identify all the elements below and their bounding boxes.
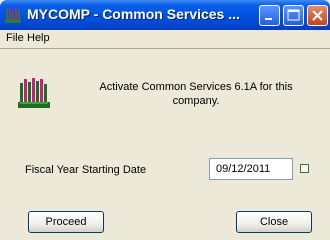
app-icon — [5, 8, 21, 23]
maximize-icon — [287, 9, 300, 21]
fiscal-year-date-input[interactable] — [209, 158, 293, 180]
menu-file[interactable]: File — [6, 32, 24, 44]
minimize-button[interactable] — [259, 5, 280, 26]
proceed-button[interactable]: Proceed — [28, 211, 104, 233]
sage-bars-icon — [18, 78, 50, 108]
menu-divider — [0, 48, 330, 49]
maximize-button[interactable] — [283, 5, 304, 26]
minimize-icon — [265, 18, 272, 20]
window-title: MYCOMP - Common Services ... — [27, 6, 240, 22]
menu-bar: File Help — [0, 30, 330, 49]
close-window-button[interactable] — [307, 5, 328, 26]
activation-message: Activate Common Services 6.1A for this c… — [99, 81, 293, 107]
fiscal-year-label: Fiscal Year Starting Date — [25, 164, 147, 176]
close-button[interactable]: Close — [236, 211, 312, 233]
close-icon — [312, 10, 323, 21]
menu-help[interactable]: Help — [27, 32, 50, 44]
title-bar[interactable]: MYCOMP - Common Services ... — [0, 0, 330, 30]
calendar-icon[interactable] — [300, 164, 309, 173]
